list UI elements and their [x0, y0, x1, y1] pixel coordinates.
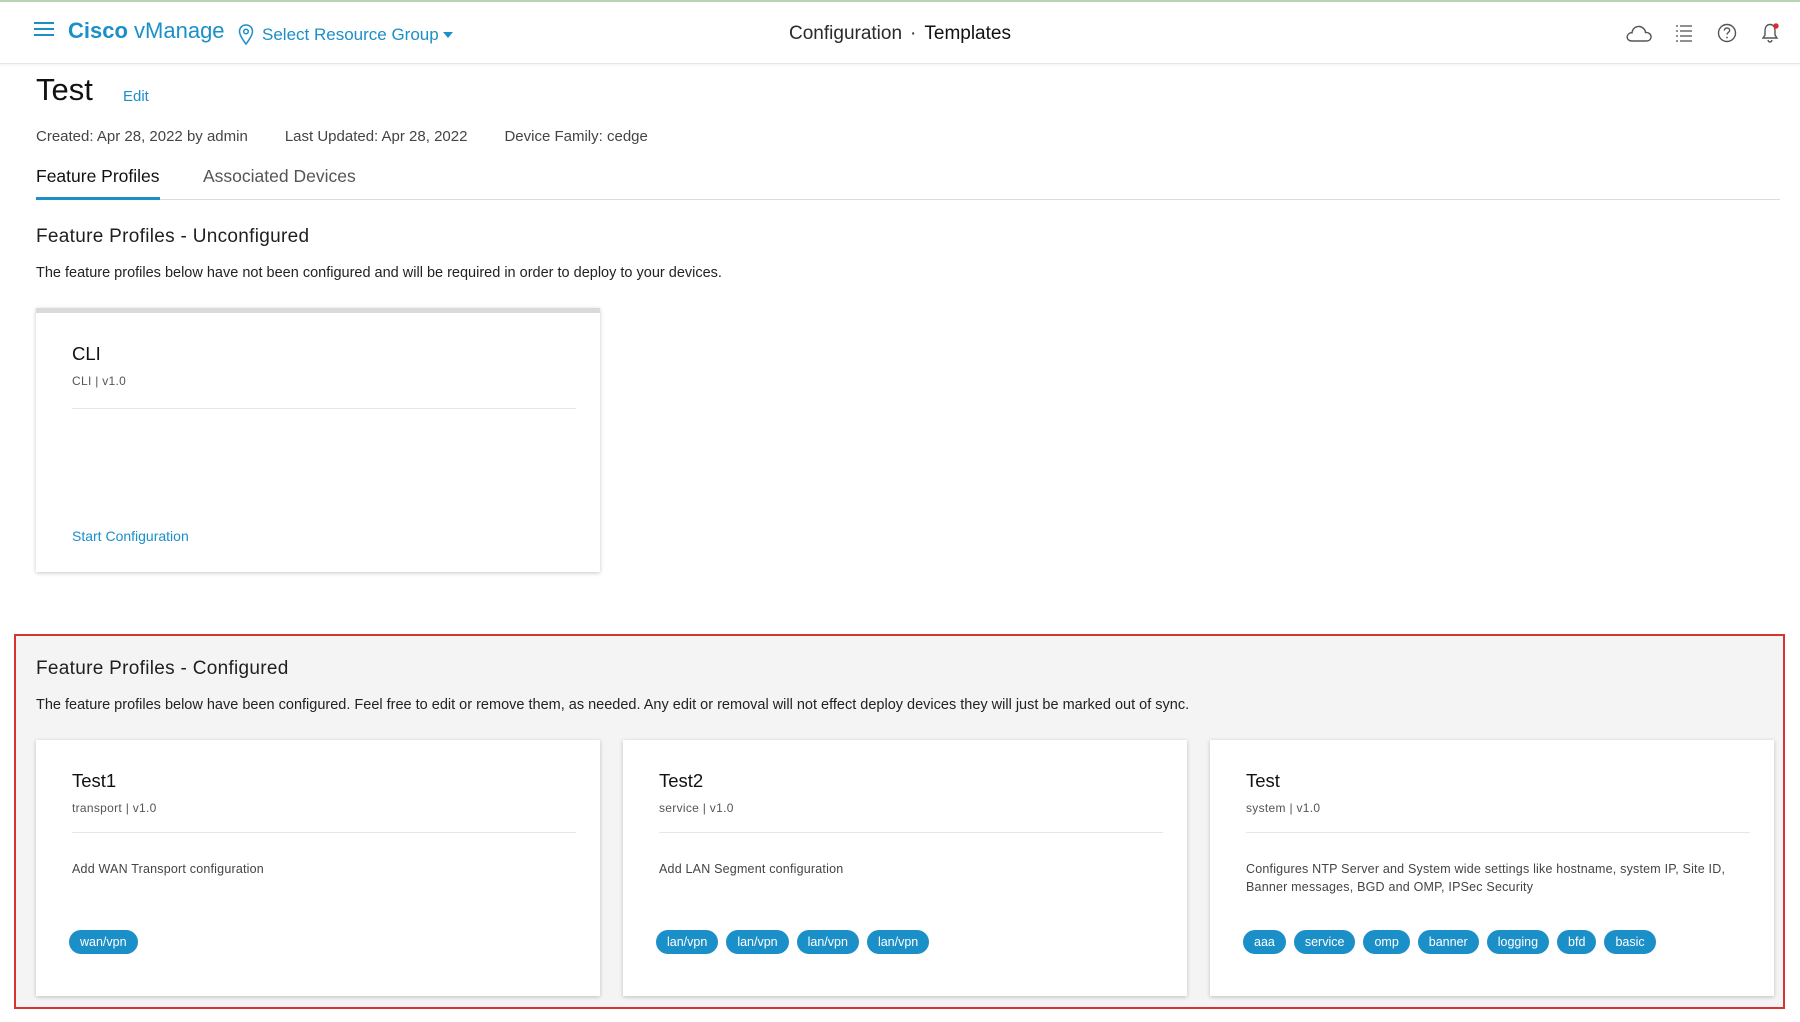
card-divider — [1246, 832, 1750, 833]
card-subtitle: transport | v1.0 — [72, 801, 157, 815]
card-title: CLI — [72, 343, 101, 364]
tag-chip[interactable]: logging — [1486, 930, 1550, 954]
tab-feature-profiles[interactable]: Feature Profiles — [36, 166, 160, 200]
tag-chip[interactable]: wan/vpn — [69, 930, 138, 954]
cloud-icon[interactable] — [1625, 20, 1653, 46]
unconfigured-section-description: The feature profiles below have not been… — [36, 265, 722, 281]
breadcrumb-separator: · — [910, 23, 917, 44]
tag-chip[interactable]: lan/vpn — [726, 930, 789, 954]
created-info: Created: Apr 28, 2022 by admin — [36, 128, 248, 145]
tab-associated-devices[interactable]: Associated Devices — [203, 166, 356, 197]
start-configuration-link[interactable]: Start Configuration — [72, 528, 189, 544]
card-divider — [659, 832, 1163, 833]
card-divider — [72, 408, 576, 409]
tag-chip[interactable]: lan/vpn — [656, 930, 719, 954]
feature-profile-card-test[interactable]: Test system | v1.0 Configures NTP Server… — [1210, 740, 1774, 996]
template-metadata: Created: Apr 28, 2022 by admin Last Upda… — [36, 128, 648, 145]
tag-chip[interactable]: bfd — [1557, 930, 1597, 954]
edit-title-link[interactable]: Edit — [123, 88, 149, 105]
feature-profile-card-test2[interactable]: Test2 service | v1.0 Add LAN Segment con… — [623, 740, 1187, 996]
device-family-info: Device Family: cedge — [504, 128, 648, 145]
top-right-icons — [1625, 20, 1782, 46]
tag-chip[interactable]: service — [1293, 930, 1356, 954]
card-description: Add LAN Segment configuration — [659, 862, 844, 876]
tag-chip[interactable]: banner — [1417, 930, 1479, 954]
help-icon[interactable] — [1715, 20, 1739, 46]
card-subtitle: service | v1.0 — [659, 801, 734, 815]
feature-profile-card-test1[interactable]: Test1 transport | v1.0 Add WAN Transport… — [36, 740, 600, 996]
configured-section-title: Feature Profiles - Configured — [36, 658, 289, 679]
tag-chip[interactable]: aaa — [1243, 930, 1286, 954]
card-tags: lan/vpn lan/vpn lan/vpn lan/vpn — [656, 930, 930, 954]
card-title: Test2 — [659, 770, 704, 791]
card-divider — [72, 832, 576, 833]
top-navigation-bar: Cisco vManage Select Resource Group Conf… — [0, 0, 1800, 64]
card-title: Test1 — [72, 770, 117, 791]
card-subtitle: system | v1.0 — [1246, 801, 1321, 815]
card-subtitle: CLI | v1.0 — [72, 374, 127, 388]
card-tags: aaa service omp banner logging bfd basic — [1243, 930, 1656, 954]
tab-bar: Feature Profiles Associated Devices — [36, 162, 1780, 200]
card-description: Configures NTP Server and System wide se… — [1246, 862, 1726, 894]
breadcrumb-parent[interactable]: Configuration — [789, 23, 902, 44]
configured-section-description: The feature profiles below have been con… — [36, 697, 1190, 713]
card-title: Test — [1246, 770, 1280, 791]
card-description: Add WAN Transport configuration — [72, 862, 264, 876]
page-title: Test — [36, 72, 93, 107]
tag-chip[interactable]: basic — [1604, 930, 1656, 954]
tag-chip[interactable]: omp — [1363, 930, 1410, 954]
last-updated-info: Last Updated: Apr 28, 2022 — [284, 128, 468, 145]
breadcrumb-current: Templates — [924, 23, 1011, 44]
card-tags: wan/vpn — [69, 930, 138, 954]
breadcrumb: Configuration · Templates — [0, 23, 1800, 45]
configured-section-highlight: Feature Profiles - Configured The featur… — [14, 634, 1785, 1009]
notification-bell-icon[interactable] — [1758, 20, 1782, 46]
feature-profile-card-cli: CLI CLI | v1.0 Start Configuration — [36, 308, 600, 572]
tag-chip[interactable]: lan/vpn — [796, 930, 859, 954]
task-list-icon[interactable] — [1672, 20, 1696, 46]
unconfigured-section-title: Feature Profiles - Unconfigured — [36, 226, 310, 247]
tag-chip[interactable]: lan/vpn — [866, 930, 930, 954]
